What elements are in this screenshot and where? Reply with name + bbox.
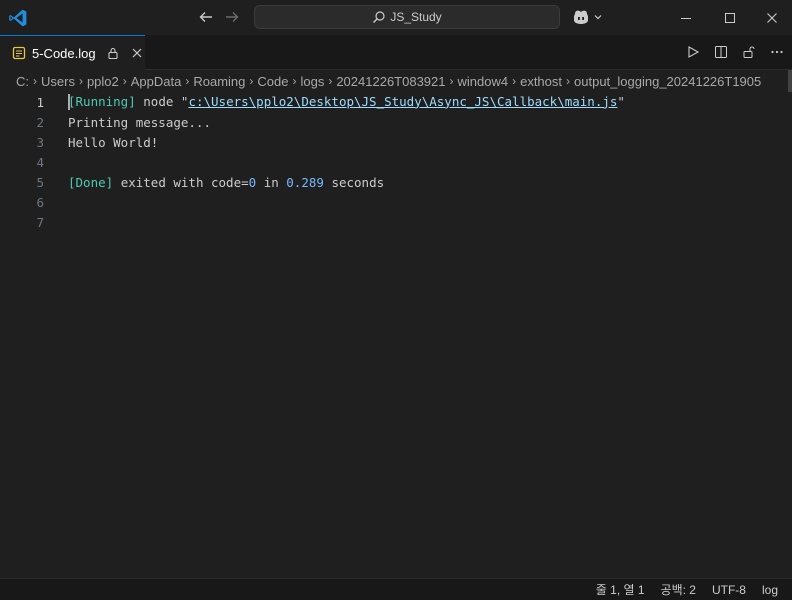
line-number: 4 <box>36 154 44 170</box>
maximize-button[interactable] <box>707 0 753 35</box>
play-icon <box>688 46 700 58</box>
copilot-icon <box>574 10 588 24</box>
indentation-setting[interactable]: 공백: 2 <box>653 581 704 598</box>
breadcrumb-item[interactable]: AppData <box>131 74 182 89</box>
line-number: 3 <box>36 134 44 150</box>
copilot-menu-button[interactable] <box>571 8 603 26</box>
vscode-logo-icon[interactable] <box>8 8 28 28</box>
chevron-right-icon: › <box>512 74 517 88</box>
chevron-right-icon: › <box>249 74 254 88</box>
tab-close-icon[interactable] <box>130 46 144 60</box>
chevron-right-icon: › <box>122 74 127 88</box>
close-window-button[interactable] <box>752 0 792 35</box>
breadcrumb-item[interactable]: Roaming <box>193 74 245 89</box>
code-line: 2 Printing message... <box>0 112 792 132</box>
line-number: 6 <box>36 194 44 210</box>
line-text: Hello World! <box>68 134 159 150</box>
breadcrumb: C: › Users › pplo2 › AppData › Roaming › Code… <box>0 70 792 92</box>
more-actions-button[interactable] <box>768 43 786 61</box>
line-number: 5 <box>36 174 44 190</box>
encoding-setting[interactable]: UTF-8 <box>704 583 754 597</box>
breadcrumb-item[interactable]: window4 <box>458 74 509 89</box>
minimize-button[interactable] <box>663 0 709 35</box>
code-line: 6 <box>0 192 792 212</box>
breadcrumb-item[interactable]: C: <box>16 74 29 89</box>
run-button[interactable] <box>684 43 702 61</box>
split-editor-button[interactable] <box>712 43 730 61</box>
line-text: [Done] exited with code=0 in 0.289 secon… <box>68 174 385 190</box>
chevron-right-icon: › <box>185 74 190 88</box>
editor-area[interactable]: 1 [Running] node "c:\Users\pplo2\Desktop… <box>0 92 792 578</box>
breadcrumb-item[interactable]: 20241226T083921 <box>336 74 445 89</box>
line-text: [Running] node "c:\Users\pplo2\Desktop\J… <box>68 93 625 111</box>
chevron-right-icon: › <box>33 74 37 88</box>
title-bar: JS_Study <box>0 0 792 35</box>
breadcrumb-item[interactable]: Code <box>257 74 288 89</box>
breadcrumb-item[interactable]: output_logging_20241226T1905 <box>574 74 761 89</box>
chevron-right-icon: › <box>566 74 571 88</box>
more-icon <box>771 50 783 54</box>
close-icon <box>767 12 777 23</box>
back-arrow-icon[interactable] <box>197 8 215 26</box>
breadcrumb-item[interactable]: pplo2 <box>87 74 119 89</box>
log-file-icon <box>12 46 26 60</box>
line-number: 7 <box>36 214 44 230</box>
file-path-link[interactable]: c:\Users\pplo2\Desktop\JS_Study\Async_JS… <box>188 94 617 109</box>
unlock-icon <box>743 46 755 58</box>
line-number: 1 <box>36 94 44 110</box>
search-icon <box>373 11 385 23</box>
tab-bar: 5-Code.log <box>0 35 792 70</box>
cursor-position[interactable]: 줄 1, 열 1 <box>588 581 653 598</box>
chevron-right-icon: › <box>328 74 333 88</box>
forward-arrow-icon[interactable] <box>223 8 241 26</box>
breadcrumb-item[interactable]: Users <box>41 74 75 89</box>
chevron-right-icon: › <box>78 74 83 88</box>
code-line: 5 [Done] exited with code=0 in 0.289 sec… <box>0 172 792 192</box>
chevron-right-icon: › <box>449 74 454 88</box>
code-line: 1 [Running] node "c:\Users\pplo2\Desktop… <box>0 92 792 112</box>
lock-icon <box>108 47 118 60</box>
tab-label: 5-Code.log <box>32 45 96 61</box>
unlock-button[interactable] <box>740 43 758 61</box>
breadcrumb-item[interactable]: exthost <box>520 74 562 89</box>
code-line: 7 <box>0 212 792 232</box>
tab-5-code-log[interactable]: 5-Code.log <box>0 35 145 70</box>
line-number: 2 <box>36 114 44 130</box>
line-text: Printing message... <box>68 114 211 130</box>
code-line: 4 <box>0 152 792 172</box>
command-center-label: JS_Study <box>390 10 442 24</box>
minimize-icon <box>681 17 691 19</box>
language-mode[interactable]: log <box>754 583 786 597</box>
maximize-icon <box>725 12 735 23</box>
chevron-down-icon <box>594 15 602 20</box>
breadcrumb-item[interactable]: logs <box>300 74 324 89</box>
split-editor-icon <box>715 46 727 58</box>
editor-actions <box>684 43 786 61</box>
code-line: 3 Hello World! <box>0 132 792 152</box>
chevron-right-icon: › <box>292 74 297 88</box>
status-bar: 줄 1, 열 1 공백: 2 UTF-8 log <box>0 578 792 600</box>
command-center-search[interactable]: JS_Study <box>254 5 560 29</box>
